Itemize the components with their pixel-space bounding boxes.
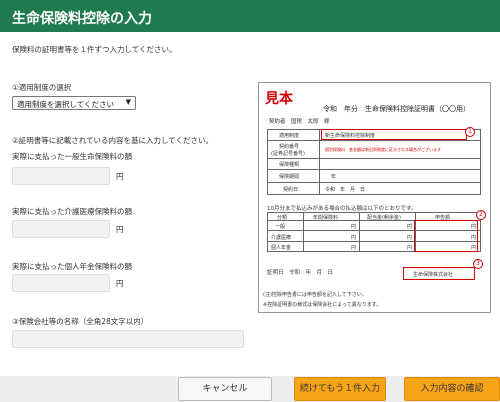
sample-yen: 円 xyxy=(351,224,357,230)
sample-yen: 円 xyxy=(351,245,357,251)
general-premium-label: 実際に支払った一般生命保険料の額 xyxy=(12,152,132,161)
sample-yen: 円 xyxy=(407,245,413,251)
add-another-button[interactable]: 続けてもう１件入力 xyxy=(294,377,386,401)
sample-yen: 円 xyxy=(407,224,413,230)
system-select-value: 適用制度を選択してください xyxy=(17,100,115,109)
sample-divider xyxy=(267,140,481,141)
step2-label: ②証明書等に記載されている内容を基に入力してください。 xyxy=(12,136,214,145)
sample-divider xyxy=(319,129,320,195)
sample-row-care: 介護医療 xyxy=(271,235,292,241)
pension-premium-input[interactable] xyxy=(12,274,110,292)
chevron-down-icon: ▼ xyxy=(125,98,131,106)
highlight-2 xyxy=(414,220,478,252)
system-select[interactable]: 適用制度を選択してください ▼ xyxy=(12,96,136,110)
sample-col-dividend: 配当金(剰余金) xyxy=(367,215,401,221)
sample-contract-date: 契約日 xyxy=(283,187,299,193)
sample-date-value: 令和 年 月 日 xyxy=(325,187,366,193)
sample-note-2: ※控除証明書の様式は保険会社によって異なります。 xyxy=(263,302,382,308)
sample-payment-note: 10月分まで払込みがある場合の払込額は以下のとおりです。 xyxy=(267,206,417,212)
general-yen: 円 xyxy=(116,172,124,181)
sample-divider xyxy=(267,182,481,183)
company-name-input[interactable] xyxy=(12,330,244,348)
sample-cert-date: 証明日 令和 年 月 日 xyxy=(267,270,334,276)
care-premium-label: 実際に支払った介護医療保険料の額 xyxy=(12,207,132,216)
sample-company: 生命保険株式会社 xyxy=(413,272,454,278)
sample-col-class: 分類 xyxy=(277,215,288,221)
sample-col-annual: 年間保険料 xyxy=(313,215,339,221)
sample-insured: 契約者 国税 太郎 様 xyxy=(269,119,330,125)
sample-contract-no2: (証券記号番号) xyxy=(271,151,305,157)
sample-divider xyxy=(267,158,481,159)
title-bar: 生命保険料控除の入力 xyxy=(0,0,500,32)
intro-text: 保険料の証明書等を１件ずつ入力してください。 xyxy=(12,45,177,54)
cancel-button[interactable]: キャンセル xyxy=(178,377,272,401)
badge-3: 3 xyxy=(473,259,483,269)
sample-ins-type: 保険種類 xyxy=(279,162,300,168)
sample-divider xyxy=(303,212,304,252)
care-yen: 円 xyxy=(116,225,124,234)
page-title: 生命保険料控除の入力 xyxy=(12,11,152,27)
care-premium-input[interactable] xyxy=(12,220,110,238)
pension-yen: 円 xyxy=(116,279,124,288)
sample-contract-no: 契約番号 xyxy=(279,144,300,150)
sample-title: 令和 年分 生命保険料控除証明書（〇〇用） xyxy=(323,105,470,113)
system-label: ①適用制度の選択 xyxy=(12,83,72,92)
company-label: ③保険会社等の名称（全角28文字以内） xyxy=(12,317,149,326)
sample-stamp: 見本 xyxy=(265,91,293,107)
sample-contract-note: 個別保険料 各金額は新旧両制度に区分される場合がございます xyxy=(325,147,441,152)
sample-row-pension: 個人年金 xyxy=(271,245,292,251)
sample-row-general: 一般 xyxy=(275,224,286,230)
pension-premium-label: 実際に支払った個人年金保険料の額 xyxy=(12,262,132,271)
sample-yen: 円 xyxy=(407,235,413,241)
sample-yen: 円 xyxy=(351,235,357,241)
sample-system-row: 適用制度 xyxy=(279,133,300,139)
sample-divider xyxy=(359,212,360,252)
sample-divider xyxy=(267,169,481,170)
sample-year: 年 xyxy=(331,174,337,180)
general-premium-input[interactable] xyxy=(12,167,110,185)
sample-certificate: 見本 令和 年分 生命保険料控除証明書（〇〇用） 契約者 国税 太郎 様 適用制… xyxy=(258,82,491,313)
badge-1: 1 xyxy=(465,127,475,137)
sample-note-1: (注)控除申告書には申告額を記入して下さい。 xyxy=(263,292,367,298)
sample-ins-period: 保険期間 xyxy=(279,174,300,180)
confirm-button[interactable]: 入力内容の確認 xyxy=(404,377,500,401)
badge-2: 2 xyxy=(476,210,486,220)
highlight-1 xyxy=(321,129,467,140)
